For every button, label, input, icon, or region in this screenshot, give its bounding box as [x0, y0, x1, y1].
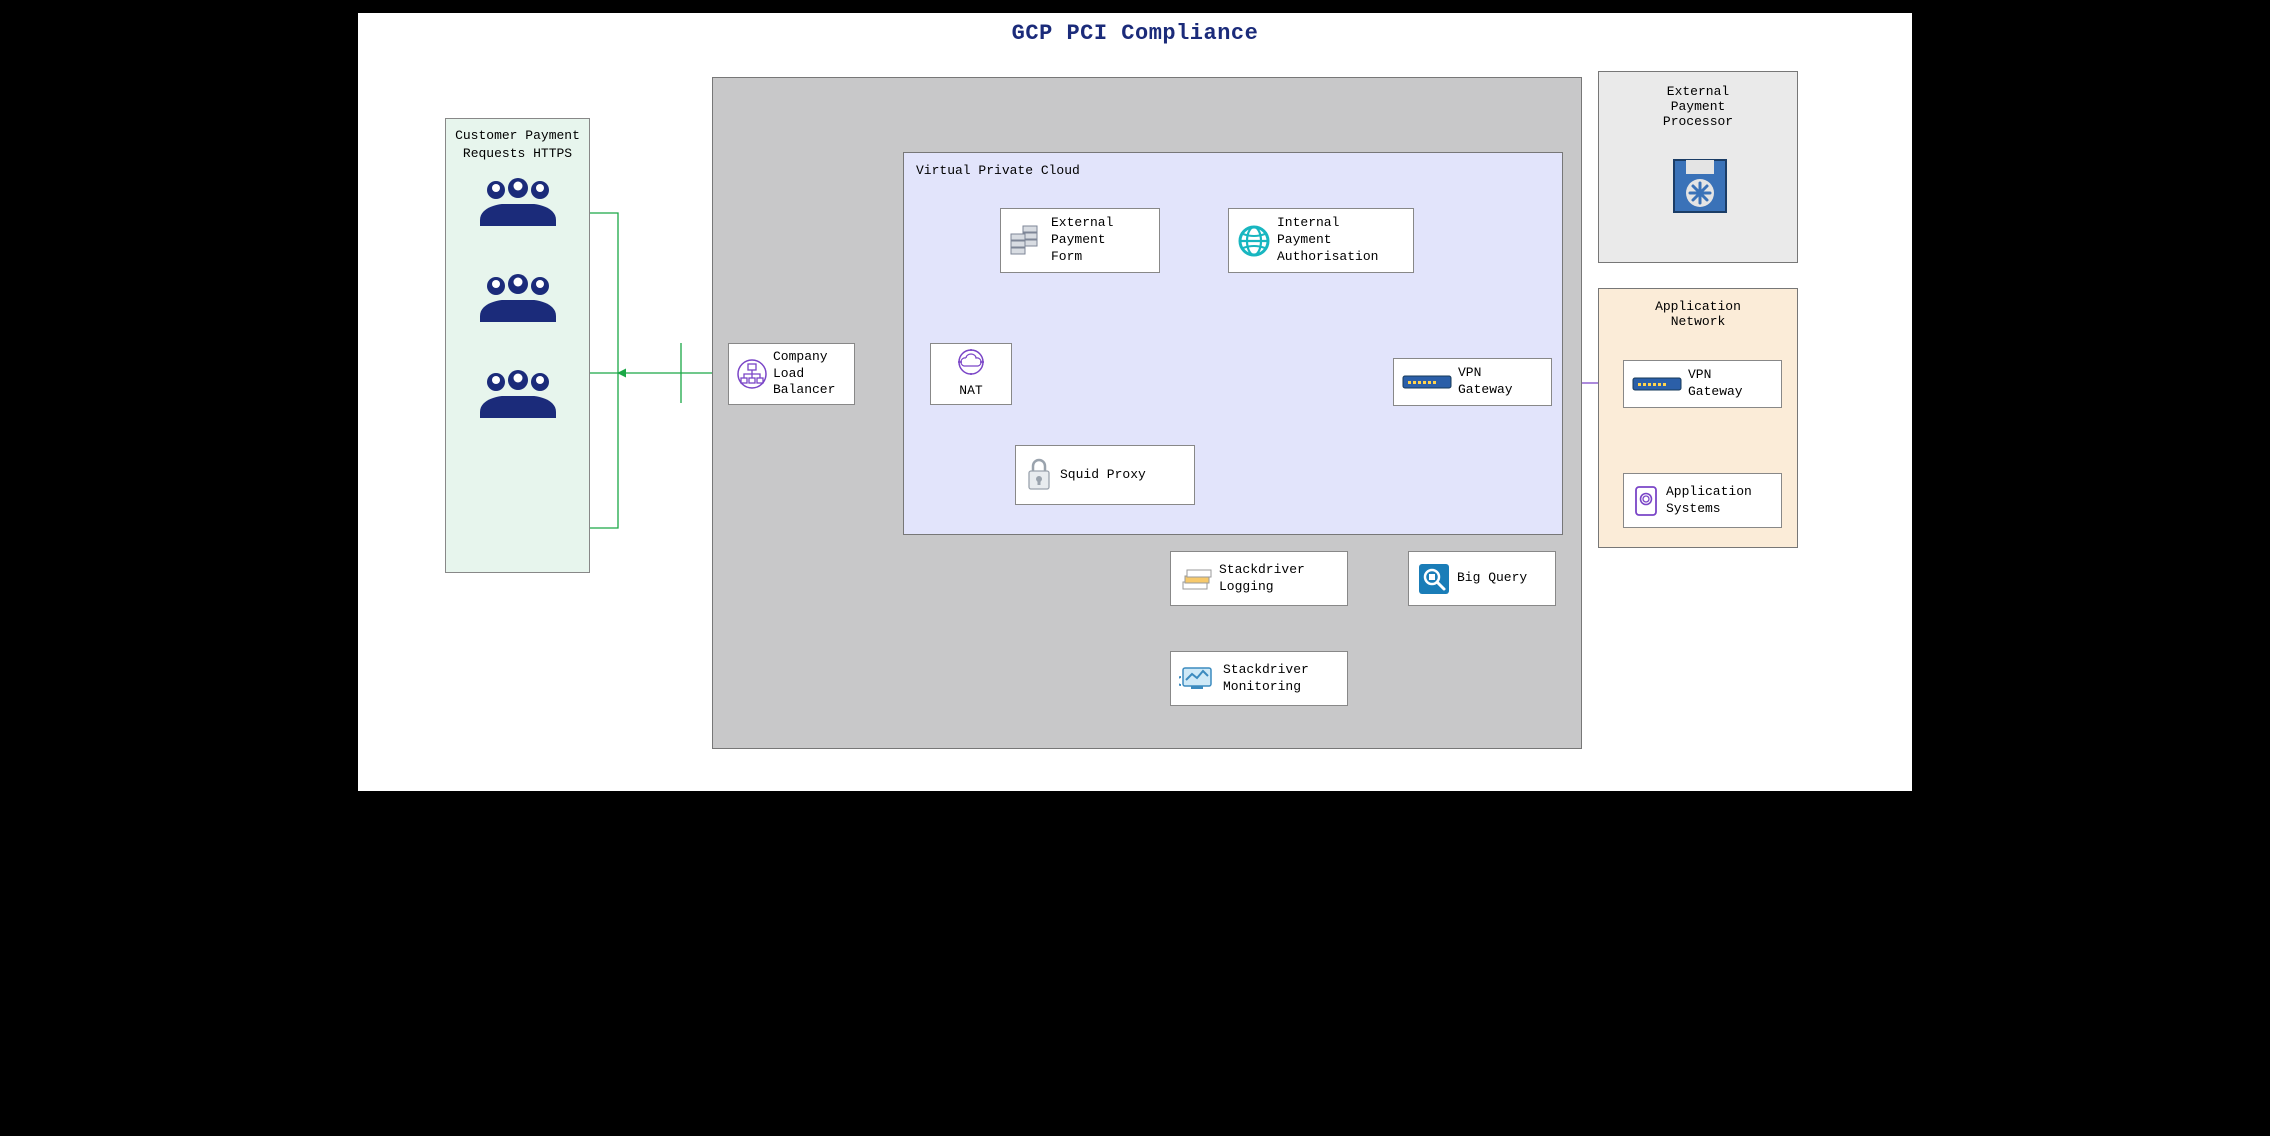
squid-proxy-node: Squid Proxy: [1015, 445, 1195, 505]
vpn-gateway-gcp-label: VPN Gateway: [1458, 365, 1551, 399]
stackdriver-logging-label: Stackdriver Logging: [1219, 562, 1347, 596]
application-systems-label: Application Systems: [1666, 484, 1781, 518]
stackdriver-monitoring-node: Stackdriver Monitoring: [1170, 651, 1348, 706]
external-payment-processor-label: External Payment Processor: [1599, 84, 1797, 129]
application-systems-icon: [1632, 485, 1660, 517]
squid-proxy-label: Squid Proxy: [1060, 467, 1194, 484]
diagram-title: GCP PCI Compliance: [358, 21, 1912, 46]
stackdriver-monitoring-label: Stackdriver Monitoring: [1223, 662, 1347, 696]
nat-icon: [956, 349, 986, 381]
external-payment-form-node: External Payment Form: [1000, 208, 1160, 273]
company-load-balancer-label: Company Load Balancer: [773, 349, 854, 400]
lock-proxy-icon: [1024, 457, 1054, 493]
stack-icon: [1179, 564, 1213, 594]
nat-node: NAT: [930, 343, 1012, 405]
nat-label: NAT: [959, 383, 982, 400]
application-network-label: Application Network: [1599, 299, 1797, 329]
floppy-network-icon: [1671, 157, 1729, 220]
external-payment-processor-region: External Payment Processor: [1598, 71, 1798, 263]
big-query-node: Big Query: [1408, 551, 1556, 606]
vpn-gateway-app-label: VPN Gateway: [1688, 367, 1781, 401]
internal-payment-auth-label: Internal Payment Authorisation: [1277, 215, 1413, 266]
users-icon: [446, 368, 589, 424]
vpn-gateway-app-node: VPN Gateway: [1623, 360, 1782, 408]
vpn-device-icon: [1632, 374, 1682, 394]
monitoring-icon: [1179, 664, 1217, 694]
users-icon: [446, 176, 589, 232]
application-systems-node: Application Systems: [1623, 473, 1782, 528]
company-load-balancer-node: Company Load Balancer: [728, 343, 855, 405]
users-icon: [446, 272, 589, 328]
globe-auth-icon: [1237, 224, 1271, 258]
servers-icon: [1009, 224, 1045, 258]
customer-requests-title: Customer Payment Requests HTTPS: [446, 127, 589, 162]
stackdriver-logging-node: Stackdriver Logging: [1170, 551, 1348, 606]
big-query-label: Big Query: [1457, 570, 1555, 587]
load-balancer-icon: [737, 359, 767, 389]
vpn-device-icon: [1402, 372, 1452, 392]
external-payment-form-label: External Payment Form: [1051, 215, 1159, 266]
customer-requests-region: Customer Payment Requests HTTPS: [445, 118, 590, 573]
bigquery-icon: [1417, 562, 1451, 596]
vpn-gateway-gcp-node: VPN Gateway: [1393, 358, 1552, 406]
internal-payment-auth-node: Internal Payment Authorisation: [1228, 208, 1414, 273]
vpc-label: Virtual Private Cloud: [916, 163, 1080, 178]
